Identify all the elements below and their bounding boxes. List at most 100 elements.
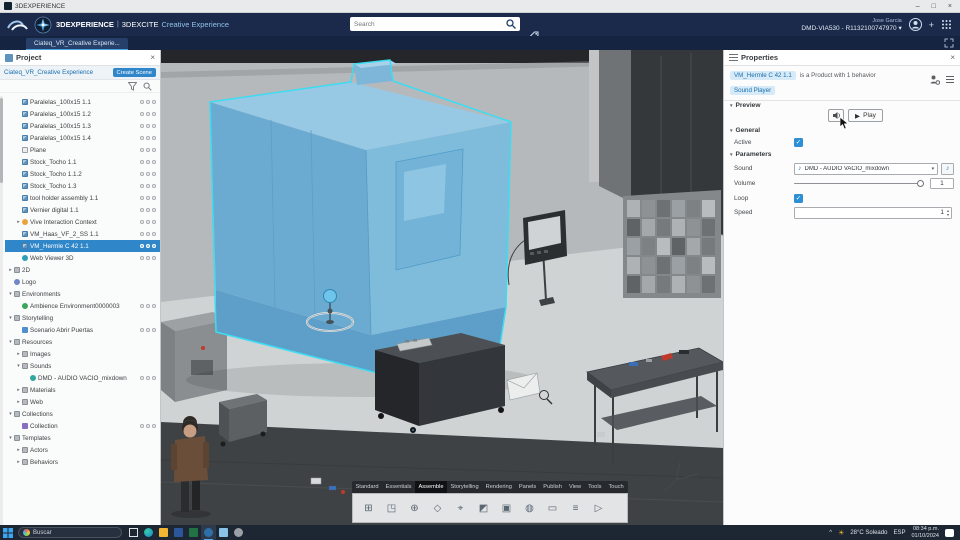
magnet-icon[interactable]: ◇ <box>427 496 448 520</box>
add-content-icon[interactable]: + <box>929 20 934 30</box>
tree-item[interactable]: Stock_Tocho 1.1 <box>5 156 160 168</box>
minimize-button[interactable]: – <box>916 3 920 10</box>
keyboard-language[interactable]: ESP <box>893 530 905 536</box>
play-icon[interactable]: ▷ <box>588 496 609 520</box>
tree-item[interactable]: ▾ Environments <box>5 288 160 300</box>
row-visibility-icons[interactable] <box>140 256 160 260</box>
tree-item[interactable]: ▸ Actors <box>5 444 160 456</box>
play-button[interactable]: ▶ Play <box>848 109 883 122</box>
search-icon[interactable] <box>505 18 517 30</box>
product-structure-icon[interactable]: ◳ <box>381 496 402 520</box>
taskbar-clock[interactable]: 08:34 p.m. 01/10/2024 <box>911 526 939 539</box>
snap-icon[interactable]: ⊕ <box>404 496 425 520</box>
taskbar-search[interactable]: Buscar <box>18 527 122 538</box>
tree-item[interactable]: ▾ Templates <box>5 432 160 444</box>
row-visibility-icons[interactable] <box>140 208 160 212</box>
row-visibility-icons[interactable] <box>140 172 160 176</box>
ribbon-tab-essentials[interactable]: Essentials <box>382 481 415 493</box>
tree-item[interactable]: Plane <box>5 144 160 156</box>
document-tab[interactable]: Ciateq_VR_Creative Experie... <box>26 38 128 50</box>
list-icon[interactable]: ≡ <box>565 496 586 520</box>
tree-search-icon[interactable] <box>143 82 152 91</box>
weather-text[interactable]: 28°C Soleado <box>850 530 887 536</box>
behavior-chip[interactable]: Sound Player <box>730 86 776 95</box>
machine-column[interactable] <box>599 50 631 202</box>
expander-icon[interactable]: ▸ <box>15 387 22 393</box>
row-visibility-icons[interactable] <box>140 136 160 140</box>
expander-icon[interactable]: ▸ <box>15 459 22 465</box>
expander-icon[interactable]: ▾ <box>15 363 22 369</box>
settings-icon[interactable] <box>231 525 246 540</box>
expander-icon[interactable]: ▸ <box>15 219 22 225</box>
user-settings-icon[interactable] <box>929 74 940 85</box>
word-icon[interactable] <box>171 525 186 540</box>
loop-checkbox[interactable]: ✓ <box>794 194 803 203</box>
tree-item[interactable]: Stock_Tocho 1.3 <box>5 180 160 192</box>
ribbon-tab-panels[interactable]: Panels <box>515 481 539 493</box>
tree-item[interactable]: VM_Haas_VF_2_SS 1.1 <box>5 228 160 240</box>
project-panel-close-icon[interactable]: × <box>150 53 155 62</box>
project-root-row[interactable]: Ciateq_VR_Creative Experience Create Sce… <box>0 66 160 80</box>
expander-icon[interactable]: ▸ <box>15 399 22 405</box>
ribbon-tab-touch[interactable]: Touch <box>605 481 627 493</box>
notifications-icon[interactable] <box>945 528 954 537</box>
ribbon-tab-rendering[interactable]: Rendering <box>482 481 515 493</box>
ribbon-tab-view[interactable]: View <box>565 481 584 493</box>
tree-item[interactable]: ▸ Vive Interaction Context <box>5 216 160 228</box>
photo-wall[interactable] <box>623 190 721 298</box>
tree-item[interactable]: tool holder assembly 1.1 <box>5 192 160 204</box>
row-visibility-icons[interactable] <box>140 160 160 164</box>
search-input[interactable] <box>350 20 505 28</box>
ribbon-tab-tools[interactable]: Tools <box>585 481 605 493</box>
row-visibility-icons[interactable] <box>140 328 160 332</box>
section-icon[interactable]: ◩ <box>473 496 494 520</box>
weather-sun-icon[interactable]: ☀ <box>838 529 844 537</box>
excel-icon[interactable] <box>186 525 201 540</box>
3dexperience-icon[interactable] <box>201 525 216 540</box>
expander-icon[interactable]: ▸ <box>15 351 22 357</box>
3d-scene[interactable] <box>161 50 723 525</box>
row-visibility-icons[interactable] <box>140 244 160 248</box>
expander-icon[interactable]: ▾ <box>7 315 14 321</box>
expander-icon[interactable]: ▸ <box>7 267 14 273</box>
maximize-button[interactable]: □ <box>932 3 936 10</box>
tree-item[interactable]: ▾ Storytelling <box>5 312 160 324</box>
tree-item[interactable]: Paralelas_100x15 1.3 <box>5 120 160 132</box>
active-checkbox[interactable]: ✓ <box>794 138 803 147</box>
expander-icon[interactable]: ▾ <box>7 411 14 417</box>
tree-item[interactable]: Stock_Tocho 1.1.2 <box>5 168 160 180</box>
render-icon[interactable]: ◍ <box>519 496 540 520</box>
row-visibility-icons[interactable] <box>140 232 160 236</box>
section-parameters[interactable]: Parameters <box>730 151 772 158</box>
row-visibility-icons[interactable] <box>140 184 160 188</box>
tree-item[interactable]: ▸ Images <box>5 348 160 360</box>
3dexperience-compass-icon[interactable] <box>34 16 52 34</box>
section-preview[interactable]: Preview <box>730 102 761 109</box>
tree-item[interactable]: ▾ Resources <box>5 336 160 348</box>
tree-item[interactable]: Vernier digital 1.1 <box>5 204 160 216</box>
properties-close-icon[interactable]: × <box>950 53 955 62</box>
tree-item[interactable]: Paralelas_100x15 1.2 <box>5 108 160 120</box>
section-general[interactable]: General <box>730 127 761 134</box>
panel-menu-icon[interactable] <box>946 76 954 83</box>
row-visibility-icons[interactable] <box>140 112 160 116</box>
ribbon-tab-standard[interactable]: Standard <box>352 481 382 493</box>
measure-icon[interactable]: ⌖ <box>450 496 471 520</box>
screen-icon[interactable]: ▭ <box>542 496 563 520</box>
row-visibility-icons[interactable] <box>140 220 160 224</box>
tree-item[interactable]: Paralelas_100x15 1.4 <box>5 132 160 144</box>
tree-item[interactable]: ▸ Web <box>5 396 160 408</box>
tree-item[interactable]: Web Viewer 3D <box>5 252 160 264</box>
global-search[interactable] <box>350 17 520 31</box>
tree-item[interactable]: DMD - AUDIO VACIO_mixdown <box>5 372 160 384</box>
filter-icon[interactable] <box>128 81 137 91</box>
expander-icon[interactable]: ▾ <box>7 435 14 441</box>
ribbon-tab-publish[interactable]: Publish <box>540 481 566 493</box>
row-visibility-icons[interactable] <box>140 148 160 152</box>
apps-grid-icon[interactable] <box>941 19 952 30</box>
volume-slider-thumb[interactable] <box>917 179 924 187</box>
tree-item[interactable]: Scenario Abrir Puertas <box>5 324 160 336</box>
row-visibility-icons[interactable] <box>140 304 160 308</box>
ribbon-tab-assemble[interactable]: Assemble <box>415 481 447 493</box>
volume-slider[interactable] <box>794 179 924 187</box>
